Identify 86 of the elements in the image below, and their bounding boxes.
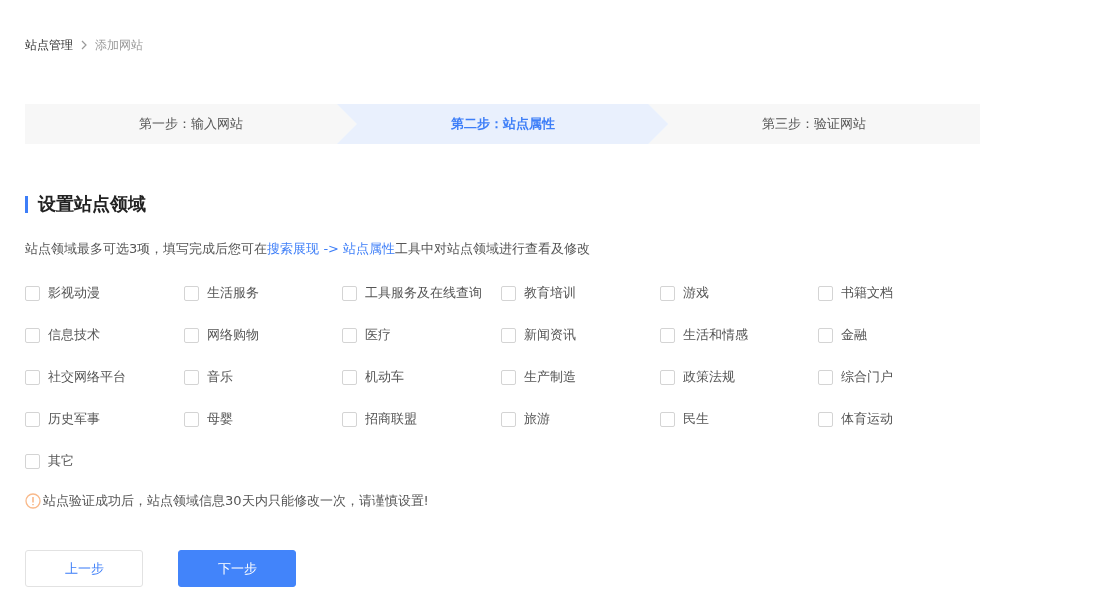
checkbox-square[interactable] <box>659 285 675 301</box>
checkbox-label: 机动车 <box>365 368 405 386</box>
checkbox-square[interactable] <box>659 369 675 385</box>
domain-checkbox[interactable]: 教育培训 <box>501 282 660 304</box>
domain-checkbox[interactable]: 综合门户 <box>818 366 978 388</box>
breadcrumb-item[interactable]: 站点管理 <box>25 36 73 54</box>
section-title: 设置站点领域 <box>38 192 146 216</box>
domain-checkbox[interactable]: 工具服务及在线查询 <box>342 282 502 304</box>
checkbox-square[interactable] <box>25 285 40 301</box>
checkbox-label: 教育培训 <box>524 284 577 302</box>
checkbox-label: 影视动漫 <box>48 284 100 302</box>
checkbox-label: 旅游 <box>524 410 551 428</box>
checkbox-label: 信息技术 <box>48 326 100 344</box>
checkbox-square[interactable] <box>342 285 358 301</box>
domain-checkbox[interactable]: 游戏 <box>659 282 819 304</box>
checkbox-label: 政策法规 <box>682 368 735 386</box>
domain-checkbox[interactable]: 新闻资讯 <box>501 324 660 346</box>
checkbox-square[interactable] <box>501 327 517 343</box>
tool-link[interactable]: 搜索展现 -> 站点属性 <box>267 241 396 256</box>
domain-checkbox[interactable]: 音乐 <box>183 366 343 388</box>
domain-checkbox[interactable]: 体育运动 <box>818 408 978 430</box>
checkbox-label: 生活和情感 <box>682 326 748 344</box>
checkbox-label: 社交网络平台 <box>48 368 126 386</box>
checkbox-label: 工具服务及在线查询 <box>365 284 483 302</box>
next-button[interactable]: 下一步 <box>178 550 296 587</box>
checkbox-label: 医疗 <box>365 326 392 344</box>
checkbox-square[interactable] <box>25 453 40 469</box>
checkbox-label: 网络购物 <box>206 326 259 344</box>
domain-checkbox[interactable]: 生活服务 <box>183 282 343 304</box>
checkbox-label: 生活服务 <box>206 284 259 302</box>
domain-checkbox[interactable]: 民生 <box>659 408 819 430</box>
domain-checkbox[interactable]: 信息技术 <box>25 324 184 346</box>
checkbox-label: 生产制造 <box>524 368 577 386</box>
checkbox-label: 新闻资讯 <box>524 326 577 344</box>
breadcrumb-item: 添加网站 <box>95 36 143 54</box>
domain-checkbox[interactable]: 机动车 <box>342 366 502 388</box>
checkbox-label: 音乐 <box>206 368 233 386</box>
domain-checkbox[interactable]: 政策法规 <box>659 366 819 388</box>
checkbox-label: 招商联盟 <box>365 410 418 428</box>
domain-checkbox[interactable]: 生活和情感 <box>659 324 819 346</box>
checkbox-square[interactable] <box>818 285 834 301</box>
domain-checkbox[interactable]: 历史军事 <box>25 408 184 430</box>
domain-checkbox[interactable]: 母婴 <box>183 408 343 430</box>
checkbox-square[interactable] <box>818 327 834 343</box>
domain-checkbox[interactable]: 医疗 <box>342 324 502 346</box>
domain-checkbox[interactable]: 招商联盟 <box>342 408 502 430</box>
domain-checkbox[interactable]: 旅游 <box>501 408 660 430</box>
checkbox-label: 游戏 <box>682 284 709 302</box>
checkbox-square[interactable] <box>342 411 358 427</box>
checkbox-label: 综合门户 <box>841 368 894 386</box>
checkbox-square[interactable] <box>25 369 40 385</box>
domain-checkbox[interactable]: 其它 <box>25 450 184 472</box>
checkbox-label: 历史军事 <box>48 410 100 428</box>
warning-text: 站点验证成功后，站点领域信息30天内只能修改一次，请谨慎设置! <box>43 492 429 510</box>
previous-button[interactable]: 上一步 <box>25 550 143 587</box>
domain-checkbox[interactable]: 书籍文档 <box>818 282 978 304</box>
checkbox-square[interactable] <box>818 411 834 427</box>
description-text: 站点领域最多可选3项，填写完成后您可在搜索展现 -> 站点属性工具中对站点领域进行查看及修改 <box>25 240 592 258</box>
checkbox-square[interactable] <box>342 369 358 385</box>
checkbox-label: 体育运动 <box>841 410 894 428</box>
title-accent-bar <box>25 195 28 213</box>
checkbox-square[interactable] <box>183 411 199 427</box>
domain-checkbox[interactable]: 金融 <box>818 324 978 346</box>
checkbox-label: 书籍文档 <box>841 284 894 302</box>
domain-checkbox[interactable]: 网络购物 <box>183 324 343 346</box>
warning-icon <box>25 493 41 509</box>
checkbox-square[interactable] <box>342 327 358 343</box>
checkbox-square[interactable] <box>659 411 675 427</box>
checkbox-square[interactable] <box>25 327 40 343</box>
checkbox-square[interactable] <box>501 369 517 385</box>
chevron-right-icon <box>81 40 87 50</box>
checkbox-square[interactable] <box>501 285 517 301</box>
domain-checkbox[interactable]: 社交网络平台 <box>25 366 184 388</box>
checkbox-label: 母婴 <box>206 410 233 428</box>
checkbox-square[interactable] <box>25 411 40 427</box>
checkbox-label: 金融 <box>841 326 868 344</box>
domain-checkbox[interactable]: 生产制造 <box>501 366 660 388</box>
checkbox-square[interactable] <box>183 285 199 301</box>
checkbox-label: 其它 <box>48 452 74 470</box>
checkbox-square[interactable] <box>501 411 517 427</box>
checkbox-square[interactable] <box>818 369 834 385</box>
domain-checkbox[interactable]: 影视动漫 <box>25 282 184 304</box>
checkbox-square[interactable] <box>183 327 199 343</box>
checkbox-label: 民生 <box>682 410 709 428</box>
checkbox-square[interactable] <box>659 327 675 343</box>
checkbox-square[interactable] <box>183 369 199 385</box>
